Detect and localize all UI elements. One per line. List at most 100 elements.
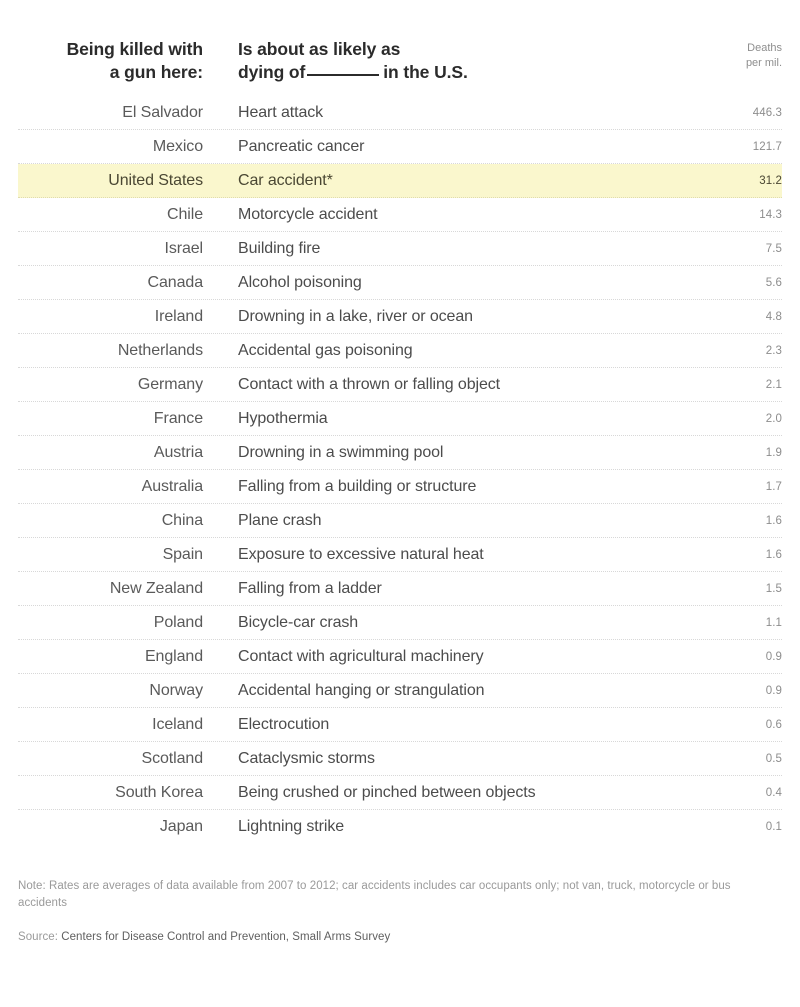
cell-cause: Electrocution (238, 715, 330, 733)
cell-country: Scotland (141, 749, 204, 767)
cell-cause: Drowning in a lake, river or ocean (238, 307, 473, 325)
column-header-country-line1: Being killed with (66, 39, 203, 59)
cell-country: Canada (147, 273, 204, 291)
cell-rate: 1.6 (765, 514, 782, 527)
column-header-cause-prefix: dying of (238, 62, 306, 82)
cell-rate: 2.0 (765, 412, 782, 425)
table-row: South Korea Being crushed or pinched betw… (18, 776, 782, 810)
table-row: Canada Alcohol poisoning 5.6 (18, 266, 782, 300)
cell-rate: 0.4 (765, 786, 782, 799)
cell-rate: 14.3 (759, 208, 782, 221)
table-row: Scotland Cataclysmic storms 0.5 (18, 742, 782, 776)
cell-country: China (161, 511, 203, 529)
cell-cause: Lightning strike (238, 818, 345, 835)
cell-country: Israel (164, 239, 203, 257)
cell-cause: Exposure to excessive natural heat (238, 545, 484, 563)
cell-rate: 5.6 (765, 276, 782, 289)
column-header-country-line2: a gun here: (109, 62, 203, 82)
fill-in-blank-underline (307, 61, 380, 76)
cell-cause: Contact with agricultural machinery (238, 647, 484, 665)
cell-country: Spain (162, 545, 204, 563)
column-header-country: Being killed with a gun here: (18, 38, 203, 84)
cell-country: France (153, 409, 203, 427)
cell-rate: 1.7 (765, 480, 782, 493)
table-row: England Contact with agricultural machine… (18, 640, 782, 674)
column-header-rate-line2: per mil. (745, 57, 782, 69)
cell-rate: 1.6 (765, 548, 782, 561)
cell-cause: Accidental gas poisoning (238, 341, 413, 359)
cell-cause: Hypothermia (238, 409, 328, 427)
cell-rate: 1.5 (765, 582, 782, 595)
column-header-cause: Is about as likely as dying of in the U.S… (203, 38, 704, 84)
cell-country: Norway (149, 681, 203, 699)
cell-country: Ireland (154, 307, 203, 325)
table-row: China Plane crash 1.6 (18, 504, 782, 538)
cell-rate: 0.6 (765, 718, 782, 731)
cell-rate: 1.9 (765, 446, 782, 459)
column-header-cause-line2: dying of in the U.S. (238, 61, 704, 84)
table-header: Being killed with a gun here: Is about a… (18, 0, 782, 96)
cell-cause: Heart attack (238, 103, 324, 121)
cell-country: Germany (137, 375, 203, 393)
table-body: El Salvador Heart attack 446.3 Mexico Pancre… (18, 96, 782, 844)
cell-country: England (144, 647, 203, 665)
column-header-rate-line1: Deaths (747, 42, 782, 54)
note-text: Note: Rates are averages of data availab… (18, 880, 731, 909)
cell-rate: 0.9 (765, 650, 782, 663)
cell-cause: Drowning in a swimming pool (238, 443, 444, 461)
table-row: Ireland Drowning in a lake, river or ocea… (18, 300, 782, 334)
table-row: Israel Building fire 7.5 (18, 232, 782, 266)
table-row: Australia Falling from a building or stru… (18, 470, 782, 504)
column-header-cause-suffix: in the U.S. (383, 62, 468, 82)
cell-rate: 2.1 (765, 378, 782, 391)
cell-cause: Cataclysmic storms (238, 749, 375, 767)
cell-rate: 7.5 (765, 242, 782, 255)
cell-rate: 4.8 (765, 310, 782, 323)
table-row: Japan Lightning strike 0.1 (18, 810, 782, 844)
cell-country: El Salvador (122, 103, 203, 121)
column-header-cause-line1: Is about as likely as (238, 39, 401, 59)
table-row: France Hypothermia 2.0 (18, 402, 782, 436)
table-row: Norway Accidental hanging or strangulatio… (18, 674, 782, 708)
cell-cause: Motorcycle accident (238, 205, 378, 223)
cell-country: New Zealand (109, 579, 203, 597)
cell-rate: 0.9 (765, 684, 782, 697)
cell-country: Chile (167, 205, 203, 223)
footnotes: Note: Rates are averages of data availab… (18, 844, 782, 946)
cell-rate: 2.3 (765, 344, 782, 357)
table-row: Iceland Electrocution 0.6 (18, 708, 782, 742)
table-row: Netherlands Accidental gas poisoning 2.3 (18, 334, 782, 368)
table-row: Poland Bicycle-car crash 1.1 (18, 606, 782, 640)
cell-cause: Falling from a ladder (238, 579, 382, 597)
cell-country: Iceland (152, 715, 203, 733)
table-row: United States Car accident* 31.2 (18, 164, 782, 198)
table-row: Chile Motorcycle accident 14.3 (18, 198, 782, 232)
cell-cause: Plane crash (238, 511, 322, 529)
cell-country: Poland (153, 613, 203, 631)
cell-cause: Being crushed or pinched between objects (238, 783, 536, 801)
cell-rate: 31.2 (759, 174, 782, 187)
cell-cause: Accidental hanging or strangulation (238, 681, 485, 699)
cell-rate: 446.3 (752, 106, 782, 119)
cell-cause: Pancreatic cancer (238, 137, 365, 155)
table-row: El Salvador Heart attack 446.3 (18, 96, 782, 130)
cell-cause: Bicycle-car crash (238, 613, 359, 631)
cell-country: Mexico (152, 137, 203, 155)
table-row: Germany Contact with a thrown or falling … (18, 368, 782, 402)
cell-rate: 121.7 (752, 140, 782, 153)
cell-rate: 1.1 (765, 616, 782, 629)
cell-country: South Korea (115, 783, 203, 801)
cell-cause: Alcohol poisoning (238, 273, 362, 291)
cell-rate: 0.1 (765, 821, 782, 833)
infographic-table: Being killed with a gun here: Is about a… (0, 0, 800, 1007)
cell-country: Australia (141, 477, 203, 495)
cell-country: United States (108, 171, 203, 189)
source-label: Source: (18, 931, 58, 943)
cell-country: Japan (159, 818, 203, 835)
cell-country: Austria (153, 443, 203, 461)
source-line: Source: Centers for Disease Control and … (18, 912, 782, 946)
column-header-rate: Deaths per mil. (704, 38, 782, 71)
table-row: Austria Drowning in a swimming pool 1.9 (18, 436, 782, 470)
table-row: Spain Exposure to excessive natural heat 1… (18, 538, 782, 572)
source-credit-link[interactable]: Centers for Disease Control and Preventi… (61, 931, 390, 943)
